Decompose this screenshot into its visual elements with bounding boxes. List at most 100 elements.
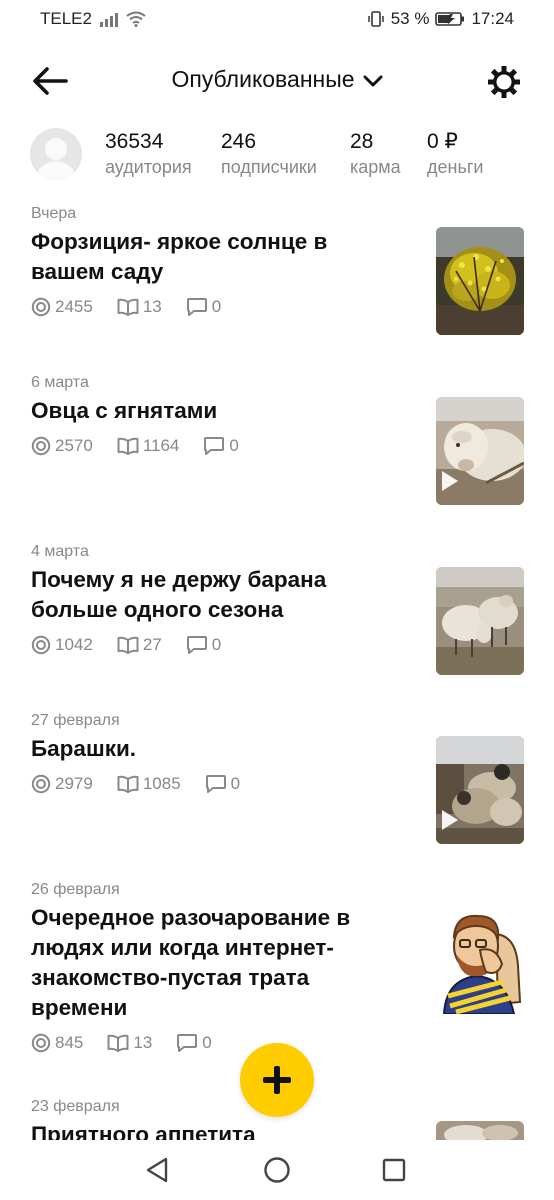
carrier-label: TELE2 <box>40 9 92 28</box>
comment-icon <box>204 437 225 455</box>
gear-icon <box>488 66 520 98</box>
create-post-button[interactable] <box>240 1043 314 1117</box>
food-photo <box>436 1121 524 1140</box>
stat-value: 0 ₽ <box>427 130 458 153</box>
reads-count: 13 <box>142 297 162 316</box>
stat-label: деньги <box>427 157 484 177</box>
forsythia-photo <box>436 227 524 335</box>
article-metrics: 2570 1164 0 <box>31 436 263 456</box>
article-card[interactable]: 26 февраля Очередное разочарование в люд… <box>0 876 554 1071</box>
stat-audience: 36534 аудитория <box>105 130 192 180</box>
signal-icon <box>99 11 118 27</box>
settings-button[interactable] <box>484 62 524 102</box>
eye-icon <box>31 635 51 655</box>
comments-count: 0 <box>211 635 222 654</box>
article-metrics: 845 13 0 <box>31 1033 236 1053</box>
system-nav-bar <box>0 1140 554 1200</box>
triangle-back-icon <box>146 1157 168 1183</box>
battery-charging-icon <box>435 12 465 26</box>
page-title: Опубликованные <box>171 66 355 92</box>
nav-home-button[interactable] <box>261 1154 293 1186</box>
article-date: Вчера <box>31 205 77 222</box>
comment-icon <box>186 298 207 316</box>
open-book-icon <box>117 298 139 316</box>
facepalm-illustration <box>436 906 524 1014</box>
article-title: Очередное разочарование в людях или когд… <box>31 905 351 1020</box>
article-date: 27 февраля <box>31 712 120 729</box>
open-book-icon <box>117 636 139 654</box>
article-card[interactable]: Вчера Форзиция- яркое солнце в вашем сад… <box>0 196 554 346</box>
comments-metric: 0 <box>186 635 221 655</box>
reads-metric: 13 <box>117 297 162 317</box>
views-count: 2979 <box>55 774 93 793</box>
open-book-icon <box>117 775 139 793</box>
open-book-icon <box>107 1034 129 1052</box>
views-count: 1042 <box>55 635 93 654</box>
comment-icon <box>186 636 207 654</box>
article-metrics: 2455 13 0 <box>31 297 245 317</box>
article-thumbnail <box>436 227 524 335</box>
article-card[interactable]: 27 февраля Барашки. 2979 1085 0 <box>0 706 554 856</box>
article-date: 6 марта <box>31 374 89 391</box>
profile-stats: 36534 аудитория 246 подписчики 28 карма … <box>0 126 554 190</box>
views-count: 2570 <box>55 436 93 455</box>
top-app-bar: Опубликованные <box>0 50 554 114</box>
avatar[interactable] <box>30 128 82 180</box>
comment-icon <box>177 1034 198 1052</box>
reads-metric: 13 <box>107 1033 152 1053</box>
comment-icon <box>205 775 226 793</box>
circle-home-icon <box>264 1157 290 1183</box>
wifi-icon <box>126 11 146 27</box>
comments-metric: 0 <box>186 297 221 317</box>
article-title: Почему я не держу барана больше одного с… <box>31 567 327 622</box>
article-title: Приятного аппетита <box>31 1122 256 1140</box>
views-metric: 2979 <box>31 774 93 794</box>
article-title: Овца с ягнятами <box>31 398 218 423</box>
comments-count: 0 <box>202 1033 212 1052</box>
reads-metric: 1164 <box>117 436 180 456</box>
eye-icon <box>31 297 51 317</box>
article-card[interactable]: 4 марта Почему я не держу барана больше … <box>0 536 554 686</box>
article-thumbnail <box>436 1121 524 1140</box>
reads-count: 1085 <box>142 774 181 793</box>
stat-karma: 28 карма <box>350 130 401 180</box>
article-feed: Вчера Форзиция- яркое солнце в вашем сад… <box>0 196 554 1140</box>
stat-money: 0 ₽ деньги <box>427 130 483 180</box>
stat-value: 246 <box>221 130 257 153</box>
stat-label: подписчики <box>221 157 317 177</box>
article-thumbnail <box>436 567 524 675</box>
comments-count: 0 <box>230 774 241 793</box>
comments-metric: 0 <box>205 774 240 794</box>
nav-recents-button[interactable] <box>378 1154 410 1186</box>
play-icon <box>442 810 458 830</box>
status-left: TELE2 <box>40 9 146 29</box>
stat-value: 36534 <box>105 130 164 153</box>
chevron-down-icon <box>363 75 383 87</box>
nav-back-button[interactable] <box>142 1154 174 1186</box>
open-book-icon <box>117 437 139 455</box>
comments-metric: 0 <box>203 436 239 456</box>
user-silhouette-icon <box>30 128 82 180</box>
stat-value: 28 <box>350 130 374 153</box>
article-card[interactable]: 6 марта Овца с ягнятами 2570 1164 0 <box>0 366 554 516</box>
article-title: Барашки. <box>31 736 137 761</box>
stat-label: аудитория <box>105 157 192 177</box>
stat-label: карма <box>350 157 401 177</box>
views-metric: 1042 <box>31 635 93 655</box>
publication-filter-dropdown[interactable]: Опубликованные <box>0 66 554 93</box>
status-right: 53 % 17:24 <box>367 9 514 29</box>
play-icon <box>442 471 458 491</box>
status-bar: TELE2 53 % 17:24 <box>0 0 554 40</box>
square-recents-icon <box>382 1158 406 1182</box>
article-thumbnail <box>436 906 524 1014</box>
reads-metric: 27 <box>117 635 162 655</box>
article-thumbnail <box>436 397 524 505</box>
reads-metric: 1085 <box>117 774 181 794</box>
reads-count: 27 <box>142 635 162 654</box>
comments-count: 0 <box>229 436 239 455</box>
vibrate-icon <box>367 11 384 27</box>
views-metric: 2570 <box>31 436 93 456</box>
reads-count: 13 <box>133 1033 153 1052</box>
stat-subscribers: 246 подписчики <box>221 130 317 180</box>
reads-count: 1164 <box>142 436 180 455</box>
